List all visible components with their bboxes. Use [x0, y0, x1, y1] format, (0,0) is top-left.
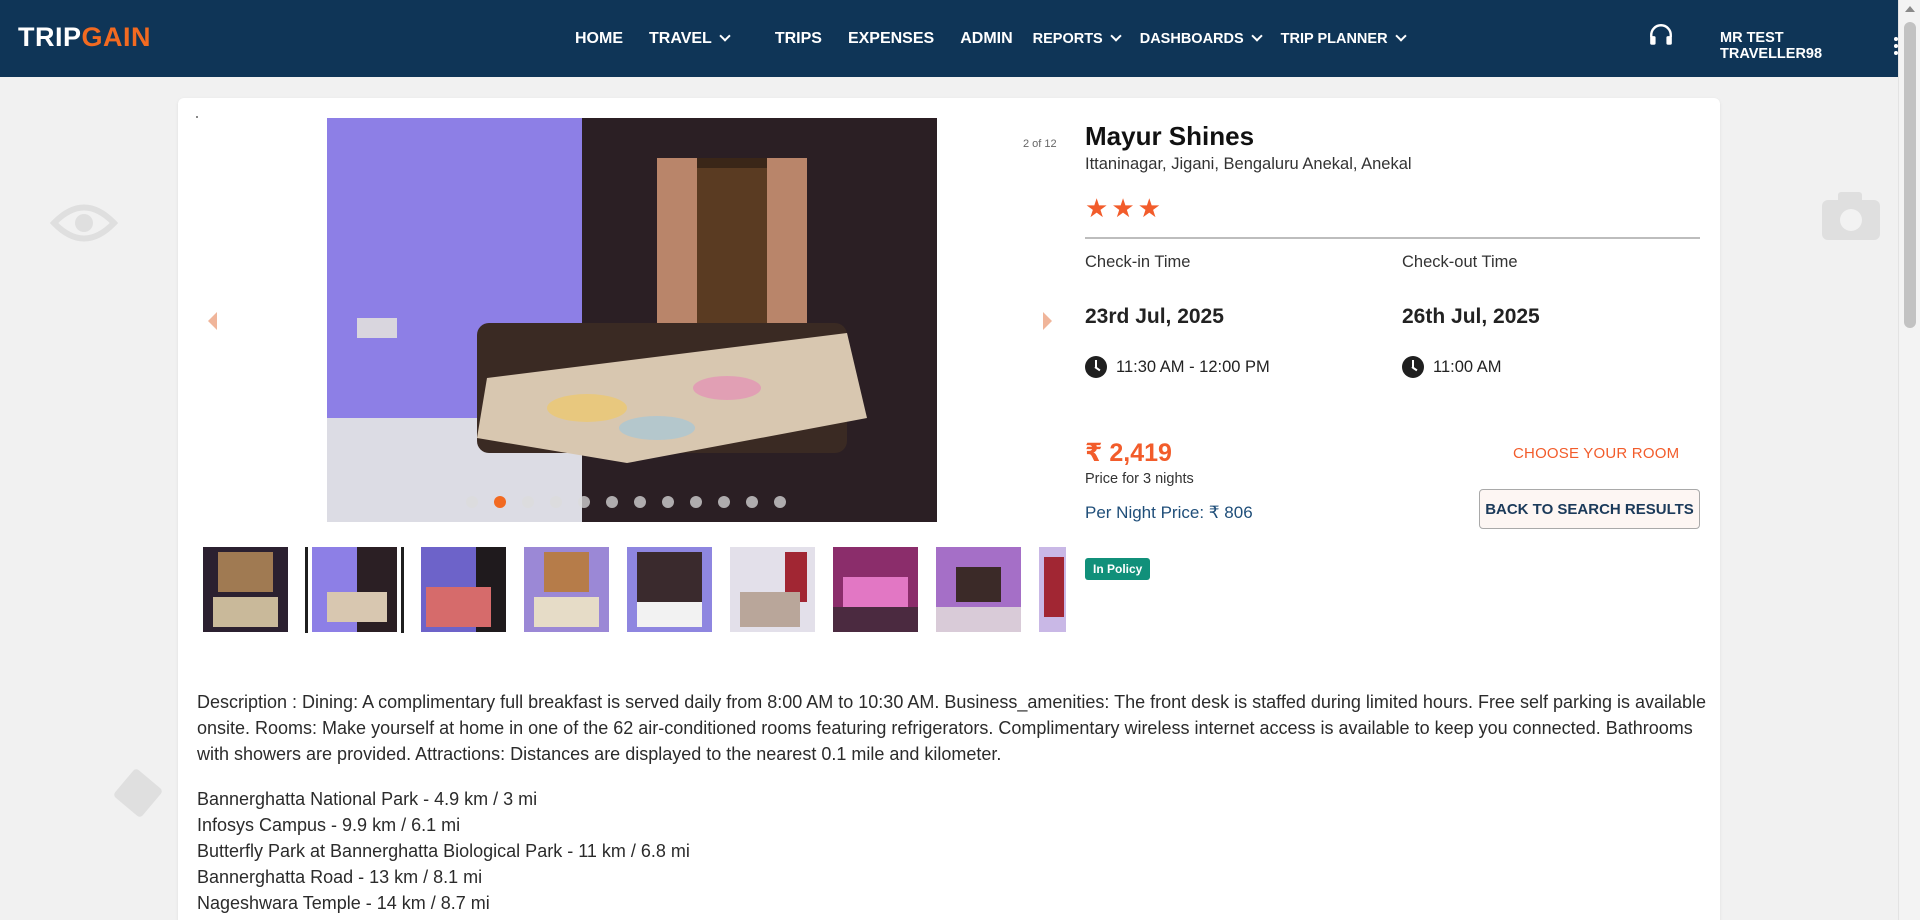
nav-expenses-label: EXPENSES: [847, 29, 935, 47]
page-scrollbar[interactable]: [1898, 0, 1920, 920]
prev-image-arrow-icon[interactable]: [208, 312, 217, 330]
checkin-date: 23rd Jul, 2025: [1085, 305, 1224, 328]
nav-expenses[interactable]: EXPENSES: [848, 30, 934, 48]
checkout-label: Check-out Time: [1402, 253, 1518, 271]
camera-watermark-icon: [1822, 192, 1880, 240]
thumbnail[interactable]: [1039, 547, 1066, 632]
nav-home[interactable]: HOME: [575, 30, 623, 48]
nav-travel[interactable]: TRAVEL: [649, 29, 731, 48]
nav-admin[interactable]: ADMIN: [960, 30, 1012, 48]
chip-watermark-icon: [114, 769, 162, 817]
nav-trips[interactable]: TRIPS: [775, 30, 822, 48]
carousel-dot-active[interactable]: [494, 496, 506, 508]
attraction-item: Infosys Campus - 9.9 km / 6.1 mi: [197, 815, 461, 835]
image-counter: 2 of 12: [1023, 138, 1057, 150]
checkout-date: 26th Jul, 2025: [1402, 305, 1540, 328]
top-navbar: TRIPGAIN HOME TRAVEL TRIPS EXPENSES ADMI…: [0, 0, 1898, 77]
carousel-dot[interactable]: [522, 496, 534, 508]
headset-icon[interactable]: [1648, 22, 1674, 48]
user-name: MR TEST TRAVELLER98: [1720, 30, 1823, 62]
clock-icon: [1085, 356, 1107, 378]
clock-icon: [1402, 356, 1424, 378]
attraction-item: Butterfly Park at Bannerghatta Biologica…: [197, 841, 690, 861]
thumbnail[interactable]: [833, 547, 918, 632]
checkout-time-text: 11:00 AM: [1433, 357, 1502, 376]
gallery-marker: [196, 116, 198, 118]
hotel-main-image[interactable]: [327, 118, 937, 522]
carousel-dot[interactable]: [466, 496, 478, 508]
nav-travel-label: TRAVEL: [649, 29, 712, 47]
chevron-down-icon: [1250, 30, 1263, 42]
nav-trip-planner-label: TRIP PLANNER: [1280, 30, 1388, 47]
main-nav: HOME TRAVEL TRIPS EXPENSES ADMIN REPORTS…: [575, 0, 1425, 77]
checkin-label: Check-in Time: [1085, 253, 1191, 271]
carousel-dot[interactable]: [718, 496, 730, 508]
policy-badge: In Policy: [1085, 558, 1151, 580]
carousel-dots: [466, 496, 786, 508]
checkout-time: 11:00 AM: [1402, 356, 1502, 378]
logo-text-gain: GAIN: [81, 22, 152, 52]
thumbnail[interactable]: [524, 547, 609, 632]
choose-room-link[interactable]: CHOOSE YOUR ROOM: [1513, 445, 1679, 462]
star-rating: ★ ★ ★: [1085, 195, 1161, 221]
thumbnail[interactable]: [203, 547, 288, 632]
carousel-dot[interactable]: [578, 496, 590, 508]
back-to-search-button[interactable]: BACK TO SEARCH RESULTS: [1479, 489, 1700, 529]
attraction-item: Bannerghatta National Park - 4.9 km / 3 …: [197, 789, 538, 809]
tripgain-logo[interactable]: TRIPGAIN: [18, 22, 151, 53]
thumbnail-active[interactable]: [305, 547, 404, 633]
star-icon: ★: [1111, 193, 1135, 223]
per-night-price: Per Night Price: ₹ 806: [1085, 503, 1253, 522]
total-price: ₹ 2,419: [1085, 439, 1172, 467]
star-icon: ★: [1085, 193, 1109, 223]
thumbnail[interactable]: [936, 547, 1021, 632]
nav-admin-label: ADMIN: [960, 29, 1013, 47]
carousel-dot[interactable]: [690, 496, 702, 508]
user-menu[interactable]: MR TEST TRAVELLER98: [1720, 30, 1898, 62]
hotel-name: Mayur Shines: [1085, 121, 1255, 151]
checkin-time: 11:30 AM - 12:00 PM: [1085, 356, 1270, 378]
eye-watermark-icon: [50, 204, 118, 242]
nav-trips-label: TRIPS: [774, 29, 822, 47]
scroll-up-arrow-icon[interactable]: [1905, 6, 1915, 12]
chevron-down-icon: [1110, 30, 1122, 42]
carousel-dot[interactable]: [606, 496, 618, 508]
thumbnail-strip: [203, 547, 1066, 633]
thumbnail[interactable]: [627, 547, 712, 632]
thumbnail[interactable]: [421, 547, 506, 632]
carousel-dot[interactable]: [550, 496, 562, 508]
chevron-down-icon: [719, 30, 731, 42]
carousel-dot[interactable]: [774, 496, 786, 508]
room-photo: [327, 118, 937, 522]
price-note: Price for 3 nights: [1085, 471, 1194, 487]
nav-home-label: HOME: [575, 29, 623, 47]
nav-dashboards[interactable]: DASHBOARDS: [1139, 30, 1263, 47]
next-image-arrow-icon[interactable]: [1043, 312, 1052, 330]
nav-trip-planner[interactable]: TRIP PLANNER: [1280, 30, 1407, 47]
checkin-time-text: 11:30 AM - 12:00 PM: [1116, 357, 1270, 376]
carousel-dot[interactable]: [634, 496, 646, 508]
thumbnail[interactable]: [730, 547, 815, 632]
carousel-dot[interactable]: [662, 496, 674, 508]
attractions-list: Bannerghatta National Park - 4.9 km / 3 …: [197, 786, 690, 916]
divider: [1085, 237, 1700, 239]
nav-reports[interactable]: REPORTS: [1032, 30, 1122, 47]
scrollbar-thumb[interactable]: [1904, 22, 1916, 328]
nav-reports-label: REPORTS: [1032, 30, 1103, 47]
hotel-address: Ittaninagar, Jigani, Bengaluru Anekal, A…: [1085, 155, 1412, 173]
nav-dashboards-label: DASHBOARDS: [1139, 30, 1244, 47]
attraction-item: Nageshwara Temple - 14 km / 8.7 mi: [197, 893, 490, 913]
carousel-dot[interactable]: [746, 496, 758, 508]
star-icon: ★: [1137, 193, 1161, 223]
attraction-item: Bannerghatta Road - 13 km / 8.1 mi: [197, 867, 483, 887]
hotel-description: Description : Dining: A complimentary fu…: [197, 692, 1707, 764]
chevron-down-icon: [1394, 30, 1407, 42]
logo-text-trip: TRIP: [18, 22, 82, 52]
